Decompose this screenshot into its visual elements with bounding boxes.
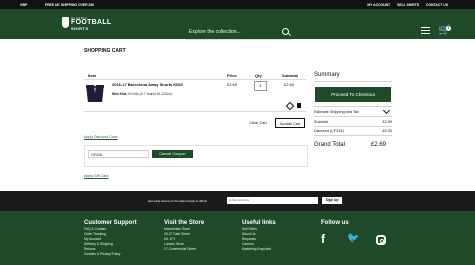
quantity-input[interactable]: 1 — [254, 81, 267, 91]
logo-sub-text: SHIRTS — [71, 26, 89, 31]
delivery-shipping-link[interactable]: Delivery & Shipping — [84, 242, 137, 246]
search-placeholder: Explore the collection... — [189, 29, 241, 35]
sign-up-button[interactable]: Sign Up — [322, 197, 342, 204]
apply-gift-card-link[interactable]: Apply Gift Card — [84, 174, 108, 178]
follow-us-heading: Follow us — [321, 220, 349, 226]
shorts-right-leg — [94, 85, 104, 102]
discount-divider — [314, 135, 392, 136]
instagram-icon[interactable] — [376, 235, 386, 245]
estimate-shipping-toggle[interactable]: Estimate Shipping and Tax — [314, 110, 359, 114]
subtotal-label: Subtotal — [314, 120, 328, 124]
sell-shirts-link[interactable]: SELL SHIRTS — [397, 3, 419, 7]
marketing-enquiries-link[interactable]: Marketing Enquiries — [242, 247, 276, 251]
shield-icon — [62, 17, 69, 28]
newsletter-signup: Get early access to the latest drops & o… — [0, 191, 475, 211]
chevron-down-icon[interactable] — [382, 106, 391, 115]
menu-icon[interactable] — [421, 27, 430, 35]
trash-icon[interactable] — [297, 103, 301, 108]
logo-large-text: FOOTBALL — [71, 19, 112, 26]
about-us-link[interactable]: About Us — [242, 232, 276, 236]
london-address-line1: 17 Commercial Street — [164, 247, 196, 251]
contact-us-link[interactable]: CONTACT US — [426, 3, 448, 7]
discount-value: -£0.30 — [381, 129, 392, 133]
currency-selector[interactable]: GBP — [20, 3, 27, 7]
update-cart-button[interactable]: Update Cart — [275, 118, 305, 128]
product-name[interactable]: 2016-17 Barcelona Away Shorts KIDS — [112, 82, 183, 87]
footer-follow-us: Follow us — [321, 220, 349, 226]
item-divider — [84, 111, 306, 112]
price-column-header: Price — [227, 73, 237, 78]
subtotal-row: Subtotal £2.99 — [314, 120, 392, 124]
top-links: MY ACCOUNT SELL SHIRTS CONTACT US — [361, 3, 448, 7]
facebook-icon[interactable]: f — [321, 232, 325, 246]
returns-link[interactable]: Returns — [84, 247, 137, 251]
search-icon[interactable] — [282, 28, 289, 35]
item-price: £2.69 — [227, 82, 238, 87]
cart-count-badge: 1 — [446, 26, 451, 31]
page-title: SHOPPING CART — [84, 48, 126, 54]
product-brand-label: Nike Kids — [112, 92, 127, 96]
discount-label: Discount (CF316) — [314, 129, 344, 133]
grand-total-label: Grand Total — [314, 142, 345, 148]
cookies-privacy-link[interactable]: Cookies & Privacy Policy — [84, 252, 137, 256]
signup-text: Get early access to the latest drops & o… — [148, 199, 208, 203]
customer-support-heading: Customer Support — [84, 220, 137, 226]
site-header: CLASSIC FOOTBALL SHIRTS Explore the coll… — [0, 9, 475, 40]
edit-icon[interactable] — [285, 101, 295, 111]
manchester-address-line2: M1 1FY — [164, 237, 176, 241]
faq-contact-link[interactable]: FAQ & Contact — [84, 227, 137, 231]
summary-top-divider — [314, 81, 392, 82]
order-tracking-link[interactable]: Order Tracking — [84, 232, 137, 236]
cancel-coupon-button[interactable]: Cancel Coupon — [152, 150, 193, 158]
grand-total-value: £2.69 — [371, 142, 387, 148]
subtotal-divider — [314, 126, 392, 127]
item-subtotal: £2.69 — [284, 82, 295, 87]
shipping-message: FREE UK SHIPPING OVER £50 — [45, 2, 95, 7]
product-size: XS.Kids (6-7 Years/116-122cm) — [127, 92, 172, 96]
footer-useful-links: Useful links Sell Shirts About Us Reques… — [242, 220, 276, 251]
sell-shirts-footer-link[interactable]: Sell Shirts — [242, 227, 276, 231]
requests-link[interactable]: Requests — [242, 237, 276, 241]
clear-cart-button[interactable]: Clear Cart — [246, 118, 270, 128]
estimate-divider — [314, 116, 392, 117]
search-bar[interactable]: Explore the collection... — [186, 26, 292, 40]
qty-column-header: Qty — [255, 73, 262, 78]
useful-links-heading: Useful links — [242, 220, 276, 226]
proceed-checkout-button[interactable]: Proceed To Checkout — [315, 87, 391, 102]
twitter-icon[interactable]: 🐦 — [347, 233, 359, 244]
discount-row: Discount (CF316) -£0.30 — [314, 129, 392, 133]
manchester-address-line1: 25-27 Dale Street — [164, 232, 190, 236]
checkout-divider — [314, 106, 392, 107]
footer-visit-store: Visit the Store Manchester Store 25-27 D… — [164, 220, 204, 251]
item-column-header: Item — [88, 73, 97, 78]
top-bar: GBP FREE UK SHIPPING OVER £50 MY ACCOUNT… — [0, 0, 475, 9]
my-account-footer-link[interactable]: My Account — [84, 237, 137, 241]
site-logo[interactable]: CLASSIC FOOTBALL SHIRTS — [62, 15, 111, 33]
coupon-code-field[interactable]: CF316 — [88, 150, 149, 158]
footer-customer-support: Customer Support FAQ & Contact Order Tra… — [84, 220, 137, 256]
table-header-divider — [84, 79, 306, 80]
site-footer: Customer Support FAQ & Contact Order Tra… — [0, 211, 475, 265]
subtotal-column-header: Subtotal — [282, 73, 298, 78]
my-account-link[interactable]: MY ACCOUNT — [367, 3, 390, 7]
product-options: Nike Kids XS.Kids (6-7 Years/116-122cm) — [112, 92, 172, 96]
subtotal-value: £2.99 — [382, 120, 392, 124]
london-store-link[interactable]: London Store — [164, 242, 204, 246]
email-field[interactable]: E-Mail Address — [227, 197, 318, 204]
summary-title: Summary — [314, 72, 340, 78]
manchester-store-link[interactable]: Manchester Store — [164, 227, 204, 231]
apply-discount-link[interactable]: Apply Discount Code — [84, 135, 118, 139]
careers-link[interactable]: Careers — [242, 242, 276, 246]
product-image[interactable] — [86, 82, 104, 104]
visit-store-heading: Visit the Store — [164, 220, 205, 226]
